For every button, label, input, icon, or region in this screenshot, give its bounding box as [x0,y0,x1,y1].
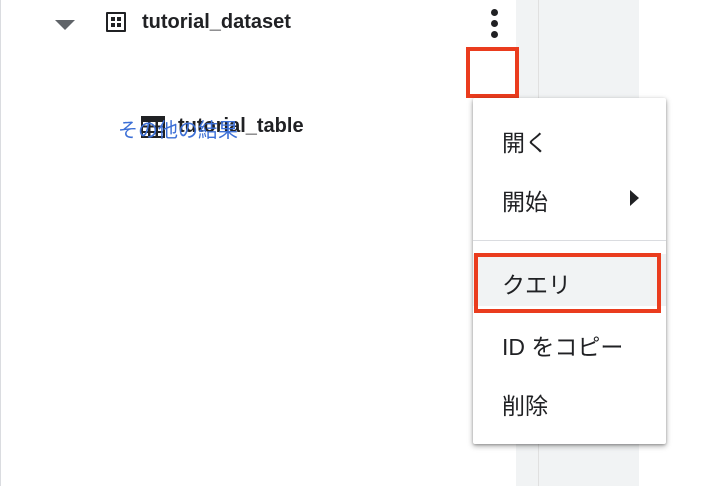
menu-item-open[interactable]: 開く [473,112,666,164]
dataset-icon [106,12,126,32]
menu-divider [473,240,666,241]
highlight-box-query [474,253,661,313]
menu-item-label: 削除 [502,393,548,419]
table-tree-row[interactable]: tutorial_table [0,52,540,142]
menu-item-label: 開く [502,130,548,156]
menu-item-label: 開始 [502,189,548,215]
more-results-link[interactable]: その他の結果 [118,114,238,143]
dataset-more-actions-icon[interactable] [487,9,501,39]
highlight-box-more-actions [466,47,519,98]
menu-item-start[interactable]: 開始 [473,171,666,223]
dataset-tree-row[interactable]: tutorial_dataset [0,0,540,48]
submenu-arrow-icon [630,190,639,206]
menu-item-delete[interactable]: 削除 [473,375,666,427]
dataset-name[interactable]: tutorial_dataset [142,11,291,34]
menu-item-label: ID をコピー [502,334,624,360]
expand-caret-icon[interactable] [55,20,75,30]
menu-item-copy-id[interactable]: ID をコピー [473,316,666,368]
